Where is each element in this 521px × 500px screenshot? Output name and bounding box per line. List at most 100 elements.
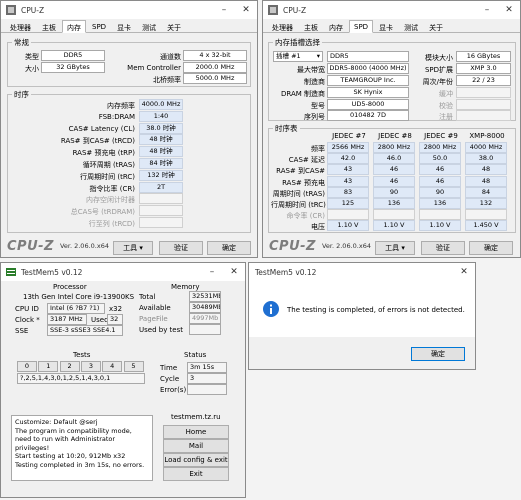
load-config-exit-button[interactable]: Load config & exit bbox=[163, 453, 229, 467]
sse-value: SSE-3 sSSE3 SSE4.1 bbox=[47, 325, 123, 336]
clock-value: 3187 MHz bbox=[47, 314, 87, 325]
tab-about[interactable]: 关于 bbox=[162, 20, 186, 33]
total-label: Total bbox=[139, 293, 156, 301]
timing-row-label: 命令率 (CR) bbox=[286, 212, 325, 221]
timing-value: 1:40 bbox=[139, 110, 183, 122]
timing-cell: 50.0 bbox=[419, 153, 461, 165]
close-button[interactable]: ✕ bbox=[453, 267, 475, 277]
type-label: 类型 bbox=[25, 53, 39, 61]
cpuid-value: Intel (6 ?B7 ?1) bbox=[47, 303, 105, 314]
chevron-down-icon: ▾ bbox=[139, 244, 143, 252]
memctrl-label: Mem Controller bbox=[127, 64, 181, 72]
test-number-cell: 1 bbox=[38, 361, 59, 372]
general-legend: 常规 bbox=[14, 38, 29, 47]
tab-bench[interactable]: 测试 bbox=[399, 20, 423, 33]
tab-spd[interactable]: SPD bbox=[87, 20, 111, 33]
tools-button[interactable]: 工具 ▾ bbox=[375, 241, 415, 255]
tab-graphics[interactable]: 显卡 bbox=[112, 20, 136, 33]
tab-mainboard[interactable]: 主板 bbox=[299, 20, 323, 33]
tests-sequence: ?,2,5,1,4,3,0,1,2,5,1,4,3,0,1 bbox=[17, 373, 145, 384]
status-heading: Status bbox=[184, 351, 207, 359]
timing-label: CAS# Latency (CL) bbox=[68, 124, 135, 133]
correction-label: 校验 bbox=[439, 102, 453, 110]
time-value: 3m 15s bbox=[187, 362, 227, 373]
close-button[interactable]: ✕ bbox=[498, 1, 520, 19]
log-box[interactable]: Customize: Default @serj The program in … bbox=[11, 415, 153, 481]
titlebar[interactable]: TestMem5 v0.12 ✕ bbox=[249, 263, 475, 281]
timing-row-label: RAS# 到CAS# bbox=[276, 167, 325, 176]
timings-legend: 时序 bbox=[14, 90, 29, 99]
timing-value: 48 时钟 bbox=[139, 146, 183, 158]
testmem-window: TestMem5 v0.12 – ✕ Processor 13th Gen In… bbox=[0, 262, 246, 498]
spd-ext-label: SPD扩展 bbox=[424, 66, 453, 74]
tab-mainboard[interactable]: 主板 bbox=[37, 20, 61, 33]
cycle-label: Cycle bbox=[160, 375, 180, 383]
size-value: 32 GBytes bbox=[41, 62, 105, 73]
tab-bench[interactable]: 测试 bbox=[137, 20, 161, 33]
titlebar[interactable]: CPU-Z – ✕ bbox=[263, 1, 520, 19]
timing-column-header: JEDEC #7 bbox=[332, 132, 366, 140]
spd-ext-value: XMP 3.0 bbox=[456, 63, 511, 74]
minimize-button[interactable]: – bbox=[476, 1, 498, 19]
tools-button[interactable]: 工具 ▾ bbox=[113, 241, 153, 255]
minimize-button[interactable]: – bbox=[201, 267, 223, 277]
timing-cell: 83 bbox=[327, 186, 369, 198]
timing-cell: 136 bbox=[373, 198, 415, 209]
time-label: Time bbox=[160, 364, 178, 372]
log-line: Testing completed in 3m 15s, no errors. bbox=[15, 460, 145, 469]
errors-label: Error(s) bbox=[160, 386, 187, 394]
timing-cell: 2566 MHz bbox=[327, 142, 369, 153]
validate-button[interactable]: 验证 bbox=[159, 241, 203, 255]
testmem-app-icon bbox=[6, 267, 16, 277]
ok-button[interactable]: 确定 bbox=[469, 241, 513, 255]
timing-label: 内存空闲计时器 bbox=[86, 196, 135, 205]
minimize-button[interactable]: – bbox=[213, 1, 235, 19]
titlebar[interactable]: TestMem5 v0.12 – ✕ bbox=[1, 263, 245, 281]
tab-memory[interactable]: 内存 bbox=[62, 20, 86, 33]
info-icon bbox=[263, 301, 279, 317]
tab-about[interactable]: 关于 bbox=[424, 20, 448, 33]
test-number-cell: 5 bbox=[123, 361, 144, 372]
mail-button[interactable]: Mail bbox=[163, 439, 229, 453]
dialog-ok-button[interactable]: 确定 bbox=[411, 347, 465, 361]
tab-cpu[interactable]: 处理器 bbox=[267, 20, 298, 33]
ok-button[interactable]: 确定 bbox=[207, 241, 251, 255]
timing-value bbox=[139, 217, 183, 228]
uncore-value: 5000.0 MHz bbox=[183, 73, 247, 84]
slot-select[interactable]: 插槽 #1 ▾ bbox=[273, 51, 323, 62]
tab-bar: 处理器 主板 内存 SPD 显卡 测试 关于 bbox=[263, 19, 520, 33]
buffered-label: 缓冲 bbox=[439, 90, 453, 98]
max-bw-value: DDR5-8000 (4000 MHz) bbox=[327, 63, 409, 74]
timing-cell: 1.10 V bbox=[373, 220, 415, 232]
dram-mfr-label: DRAM 制造商 bbox=[280, 90, 325, 98]
exit-button[interactable]: Exit bbox=[163, 467, 229, 481]
channels-value: 4 x 32-bit bbox=[183, 50, 247, 61]
timing-value: 48 时钟 bbox=[139, 134, 183, 146]
errors-value bbox=[187, 384, 227, 395]
titlebar[interactable]: CPU-Z – ✕ bbox=[1, 1, 257, 19]
timing-cell: 90 bbox=[373, 186, 415, 198]
home-button[interactable]: Home bbox=[163, 425, 229, 439]
tab-spd[interactable]: SPD bbox=[349, 20, 374, 33]
timing-cell: 90 bbox=[419, 186, 461, 198]
mfr-label: 制造商 bbox=[304, 78, 325, 86]
chevron-down-icon: ▾ bbox=[401, 244, 405, 252]
log-line: Start testing at 10:20, 912Mb x32 bbox=[15, 452, 126, 460]
used-label: Used bbox=[91, 316, 109, 324]
close-button[interactable]: ✕ bbox=[223, 267, 245, 277]
tab-cpu[interactable]: 处理器 bbox=[5, 20, 36, 33]
tab-graphics[interactable]: 显卡 bbox=[374, 20, 398, 33]
buffered-value bbox=[456, 87, 511, 98]
timing-cell: 42.0 bbox=[327, 153, 369, 165]
timing-cell: 125 bbox=[327, 198, 369, 209]
validate-button[interactable]: 验证 bbox=[421, 241, 465, 255]
tab-memory[interactable]: 内存 bbox=[324, 20, 348, 33]
cpuz-brand: CPU-Z bbox=[7, 238, 54, 254]
log-line: need to run with Administrator privilege… bbox=[15, 435, 116, 452]
close-button[interactable]: ✕ bbox=[235, 1, 257, 19]
dram-mfr-value: SK Hynix bbox=[327, 87, 409, 98]
timing-value: 38.0 时钟 bbox=[139, 122, 183, 134]
timing-row-label: 周期时间 (tRAS) bbox=[272, 189, 325, 198]
timing-value: 84 时钟 bbox=[139, 158, 183, 169]
timing-value bbox=[139, 193, 183, 205]
